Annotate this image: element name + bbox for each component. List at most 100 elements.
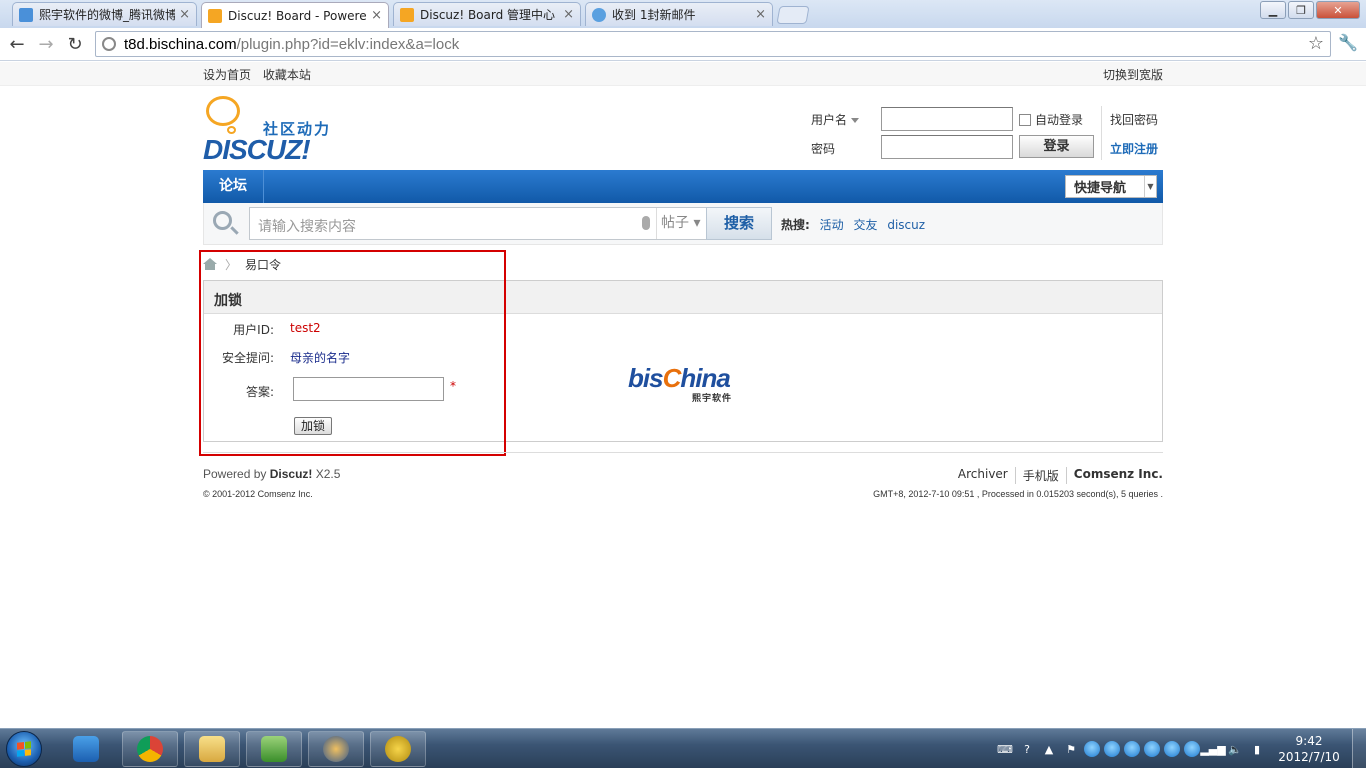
tab-weibo[interactable]: 熙宇软件的微博_腾讯微博 × [12, 2, 197, 26]
archiver-link[interactable]: Archiver [951, 467, 1015, 484]
taskbar-chrome[interactable] [122, 731, 178, 767]
keyboard-icon[interactable]: ⌨ [996, 741, 1014, 757]
qq-icon[interactable] [1164, 741, 1180, 757]
taskbar-ultraedit[interactable] [370, 731, 426, 767]
tab-discuz-board[interactable]: Discuz! Board - Powered × [201, 2, 389, 28]
password-input[interactable] [881, 135, 1013, 159]
auto-login-label: 自动登录 [1035, 113, 1084, 127]
username-label[interactable]: 用户名 [811, 111, 860, 128]
login-form: 用户名 自动登录 密码 登录 找回密码 立即注册 [811, 106, 1163, 162]
powered-by: Powered by Discuz! X2.5 [203, 467, 341, 481]
help-icon[interactable]: ? [1018, 741, 1036, 757]
tab-close-icon[interactable]: × [371, 8, 382, 23]
search-button[interactable]: 搜索 [706, 207, 772, 240]
chevron-down-icon[interactable]: ▼ [1144, 176, 1156, 197]
taskbar-app[interactable] [308, 731, 364, 767]
hot-search-item[interactable]: 交友 [853, 218, 877, 232]
lost-password-link[interactable]: 找回密码 [1110, 111, 1158, 128]
auto-login-checkbox[interactable] [1019, 113, 1031, 126]
volume-icon[interactable]: 🔈 [1226, 741, 1244, 757]
system-clock[interactable]: 9:42 2012/7/10 [1274, 733, 1344, 765]
page-info-icon[interactable] [102, 37, 116, 51]
register-link[interactable]: 立即注册 [1110, 140, 1158, 157]
tray-expand-icon[interactable]: ▲ [1040, 741, 1058, 757]
copyright: © 2001-2012 Comsenz Inc. [203, 489, 313, 499]
tab-close-icon[interactable]: × [179, 7, 190, 22]
chevron-down-icon [851, 118, 860, 123]
hot-search: 热搜: 活动 交友 discuz [781, 216, 925, 233]
bookmark-site-link[interactable]: 收藏本站 [263, 68, 311, 82]
ultraedit-icon [385, 736, 411, 762]
power-icon[interactable]: ▮ [1248, 741, 1266, 757]
network-signal-icon[interactable]: ▂▄▆ [1200, 741, 1225, 757]
quick-nav-label: 快捷导航 [1074, 181, 1127, 196]
forward-icon[interactable]: → [35, 33, 57, 55]
search-type-select[interactable]: 帖子 ▾ [656, 208, 708, 239]
page-viewport: 设为首页 收藏本站 切换到宽版 社区动力 DISCUZ! 用户名 自动登录 密码… [0, 62, 1366, 728]
tab-title: Discuz! Board - Powered [228, 8, 368, 23]
browser-titlebar: 熙宇软件的微博_腾讯微博 × Discuz! Board - Powered ×… [0, 0, 1366, 28]
qq-icon[interactable] [1104, 741, 1120, 757]
tab-discuz-admin[interactable]: Discuz! Board 管理中心 × [393, 2, 581, 26]
hot-search-item[interactable]: 活动 [820, 218, 844, 232]
media-player-icon [73, 736, 99, 762]
bookmark-star-icon[interactable]: ☆ [1308, 33, 1324, 54]
close-window-icon[interactable]: ✕ [1316, 1, 1360, 19]
quick-nav-button[interactable]: 快捷导航 ▼ [1065, 175, 1157, 198]
footer-links: Archiver 手机版 Comsenz Inc. [951, 467, 1163, 484]
back-icon[interactable]: ← [6, 33, 28, 55]
action-center-flag-icon[interactable]: ⚑ [1062, 741, 1080, 757]
microphone-icon[interactable] [642, 216, 650, 230]
tab-close-icon[interactable]: × [755, 7, 766, 22]
network-users-icon [261, 736, 287, 762]
auto-login-option[interactable]: 自动登录 [1019, 111, 1083, 128]
tab-title: Discuz! Board 管理中心 [420, 8, 556, 22]
switch-wide-link[interactable]: 切换到宽版 [1103, 66, 1163, 83]
search-input[interactable]: 请输入搜索内容 帖子 ▾ [249, 207, 707, 240]
hot-search-label: 热搜: [781, 218, 810, 232]
bischina-logo: bisChina 熙宇软件 [628, 363, 733, 404]
windows-taskbar: ⌨ ? ▲ ⚑ ▂▄▆ 🔈 ▮ 9:42 2012/7/10 [0, 728, 1366, 769]
tab-title: 收到 1封新邮件 [612, 8, 696, 22]
minimize-icon[interactable]: ▁ [1260, 1, 1286, 19]
search-icon [213, 211, 239, 237]
clock-time: 9:42 [1295, 734, 1323, 748]
browser-toolbar: ← → ↻ t8d.bischina.com/plugin.php?id=ekl… [0, 28, 1366, 61]
show-desktop-button[interactable] [1352, 729, 1366, 769]
start-button[interactable] [6, 731, 42, 767]
discuz-favicon-icon [400, 7, 414, 22]
logo-bubble-tail-icon [227, 126, 236, 134]
address-bar[interactable]: t8d.bischina.com/plugin.php?id=eklv:inde… [95, 31, 1331, 57]
new-tab-button[interactable] [776, 6, 810, 24]
login-button[interactable]: 登录 [1019, 135, 1094, 158]
password-label: 密码 [811, 142, 836, 156]
logo-bubble-icon [206, 96, 240, 126]
processing-info: GMT+8, 2012-7-10 09:51 , Processed in 0.… [873, 489, 1163, 499]
site-topbar: 设为首页 收藏本站 切换到宽版 [0, 62, 1366, 86]
main-nav: 论坛 快捷导航 ▼ [203, 170, 1163, 203]
qq-icon[interactable] [1084, 741, 1100, 757]
nav-item-forum[interactable]: 论坛 [203, 170, 264, 203]
hot-search-item[interactable]: discuz [887, 218, 925, 232]
qq-icon[interactable] [1184, 741, 1200, 757]
comsenz-link[interactable]: Comsenz Inc. [1065, 467, 1163, 484]
qq-icon[interactable] [1144, 741, 1160, 757]
set-home-link[interactable]: 设为首页 [203, 68, 251, 82]
qq-icon[interactable] [1124, 741, 1140, 757]
username-input[interactable] [881, 107, 1013, 131]
bischina-logo-subtitle: 熙宇软件 [692, 394, 733, 404]
reload-icon[interactable]: ↻ [64, 33, 86, 55]
tab-mail[interactable]: 收到 1封新邮件 × [585, 2, 773, 26]
tab-title: 熙宇软件的微博_腾讯微博 [39, 8, 176, 22]
taskbar-media-player[interactable] [58, 731, 114, 767]
tab-close-icon[interactable]: × [563, 7, 574, 22]
discuz-favicon-icon [208, 8, 222, 23]
taskbar-explorer[interactable] [184, 731, 240, 767]
login-divider [1101, 106, 1102, 160]
wrench-menu-icon[interactable]: 🔧 [1338, 33, 1358, 52]
discuz-logo[interactable]: 社区动力 DISCUZ! [203, 96, 343, 165]
maximize-icon[interactable]: ❐ [1288, 1, 1314, 19]
taskbar-network-app[interactable] [246, 731, 302, 767]
discuz-link[interactable]: Discuz! [270, 467, 313, 481]
mobile-link[interactable]: 手机版 [1014, 467, 1066, 484]
